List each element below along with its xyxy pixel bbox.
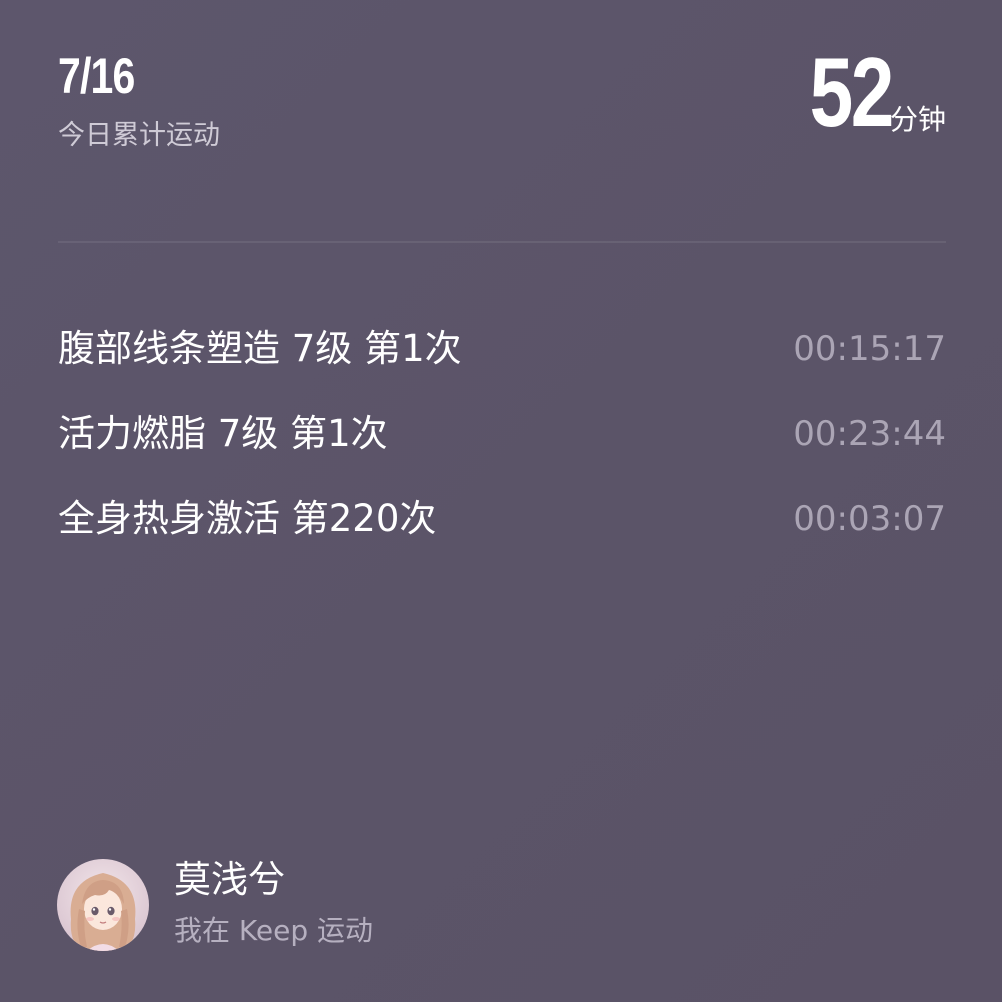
total-duration-unit: 分钟 bbox=[889, 103, 946, 136]
workout-row[interactable]: 腹部线条塑造 7级 第1次 00:15:17 bbox=[58, 306, 946, 391]
daily-total-caption: 今日累计运动 bbox=[58, 120, 220, 151]
workout-name: 腹部线条塑造 7级 第1次 bbox=[58, 326, 462, 370]
workout-row[interactable]: 全身热身激活 第220次 00:03:07 bbox=[58, 476, 946, 561]
user-name: 莫浅兮 bbox=[174, 858, 285, 901]
workout-name: 活力燃脂 7级 第1次 bbox=[58, 411, 388, 455]
divider bbox=[58, 241, 946, 243]
workout-duration: 00:23:44 bbox=[793, 413, 946, 454]
workout-duration: 00:03:07 bbox=[793, 498, 946, 539]
workout-duration: 00:15:17 bbox=[793, 328, 946, 369]
total-duration-value: 52 bbox=[809, 37, 895, 147]
workout-name: 全身热身激活 第220次 bbox=[58, 496, 437, 540]
activity-card: 7/16 今日累计运动 52 分钟 腹部线条塑造 7级 第1次 00:15:17… bbox=[0, 0, 1002, 1002]
user-caption: 我在 Keep 运动 bbox=[174, 914, 373, 947]
date-label: 7/16 bbox=[58, 48, 135, 104]
user-info: 莫浅兮 我在 Keep 运动 bbox=[174, 856, 373, 952]
avatar-portrait-icon[interactable] bbox=[57, 859, 149, 951]
workout-list: 腹部线条塑造 7级 第1次 00:15:17 活力燃脂 7级 第1次 00:23… bbox=[58, 306, 946, 561]
user-profile[interactable]: 莫浅兮 我在 Keep 运动 bbox=[57, 858, 373, 952]
workout-row[interactable]: 活力燃脂 7级 第1次 00:23:44 bbox=[58, 391, 946, 476]
total-duration: 52 分钟 bbox=[789, 42, 946, 142]
